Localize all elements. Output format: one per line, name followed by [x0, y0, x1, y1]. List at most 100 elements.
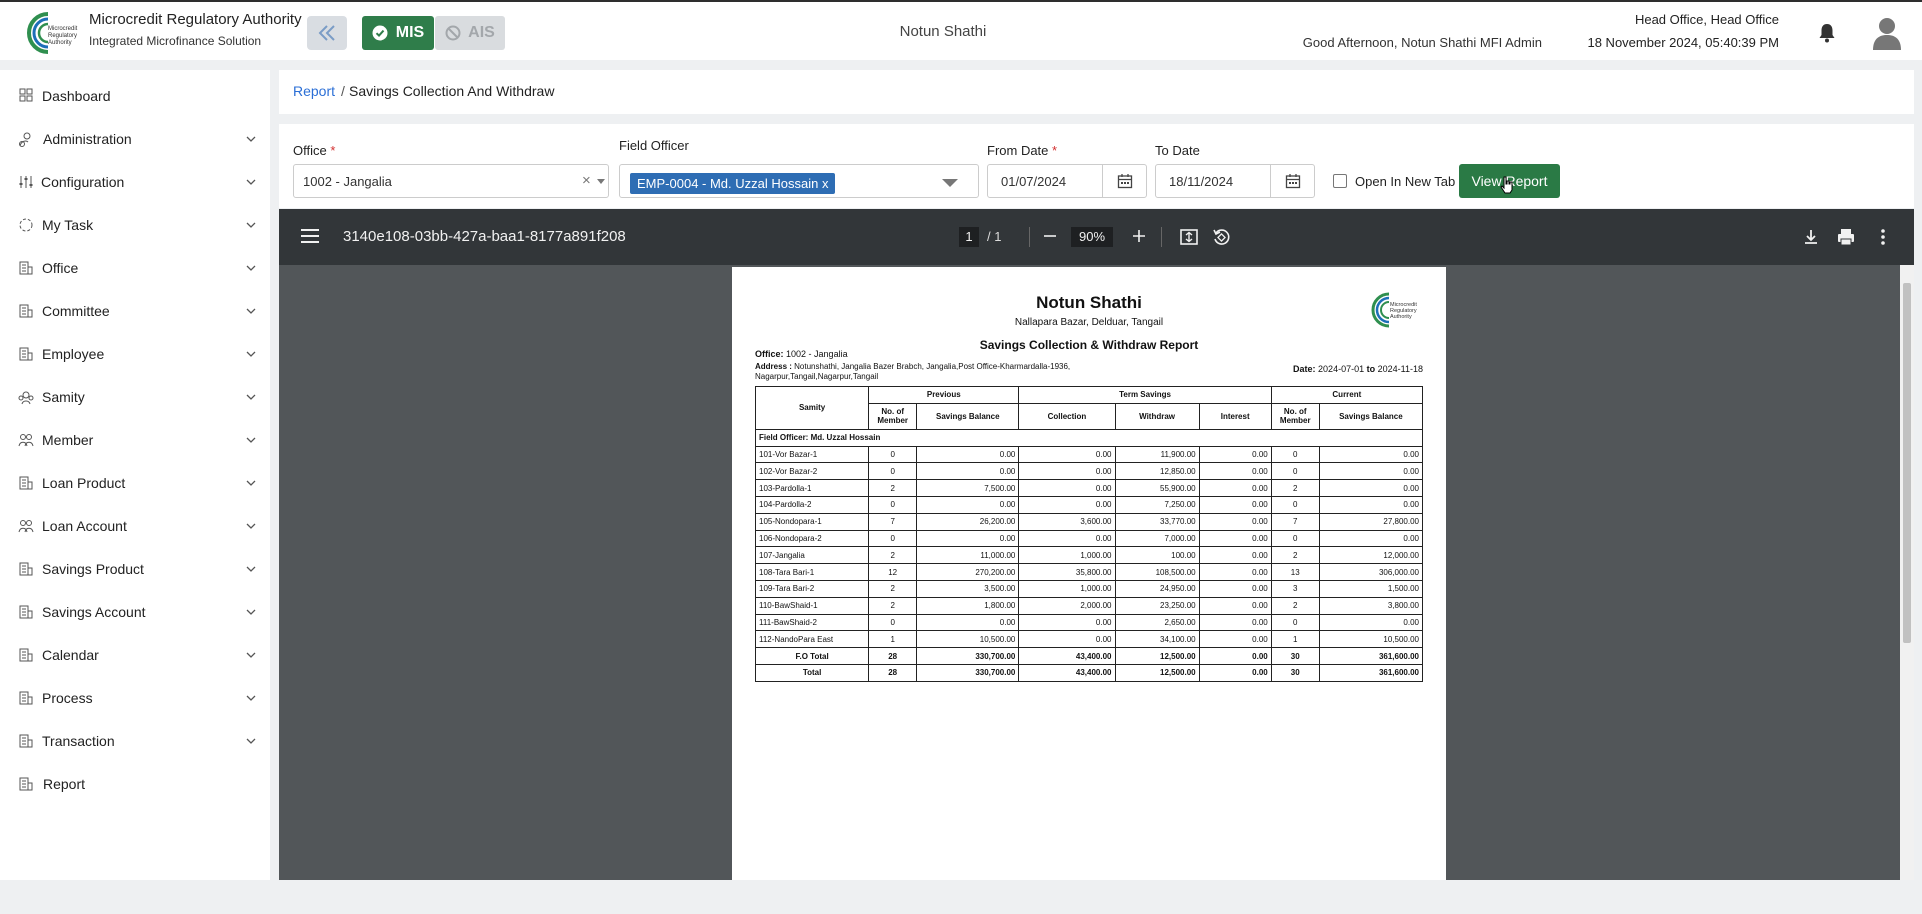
- sidebar-item-administration[interactable]: Administration: [0, 121, 270, 157]
- table-cell: 33,770.00: [1114, 512, 1200, 531]
- table-cell: 0.00: [1198, 563, 1272, 581]
- sidebar-item-label: Office: [42, 260, 79, 276]
- office-label: Office *: [293, 143, 336, 158]
- table-cell: 0.00: [1198, 630, 1272, 649]
- user-avatar[interactable]: [1871, 16, 1903, 50]
- table-cell: 0.00: [916, 462, 1020, 481]
- table-cell: 330,700.00: [916, 647, 1020, 665]
- table-row: 105-Nondopara-1 7 26,200.00 3,600.00 33,770.…: [754, 512, 1424, 531]
- sidebar-item-committee[interactable]: Committee: [0, 293, 270, 329]
- total-row: F.O Total 28 330,700.00 43,400.00 12,500.00 0…: [754, 647, 1424, 665]
- table-cell: 0.00: [1318, 462, 1424, 481]
- table-cell: 0.00: [1198, 512, 1272, 531]
- sidebar-item-label: Configuration: [41, 174, 125, 190]
- table-cell: 106-Nondopara-2: [754, 529, 870, 548]
- process-icon: [18, 690, 34, 706]
- sidebar-item-savings-account[interactable]: Savings Account: [0, 594, 270, 630]
- table-cell: 108,500.00: [1114, 563, 1200, 581]
- pdf-scrollbar-thumb[interactable]: [1903, 283, 1911, 643]
- member-icon: [18, 432, 34, 448]
- sidebar-item-savings-product[interactable]: Savings Product: [0, 551, 270, 587]
- sidebar-item-calendar[interactable]: Calendar: [0, 637, 270, 673]
- table-cell: 7,000.00: [1114, 529, 1200, 548]
- to-date-label: To Date: [1155, 143, 1200, 158]
- report-org-name: Notun Shathi: [1036, 293, 1142, 312]
- fit-page-icon[interactable]: [1179, 227, 1199, 247]
- field-officer-select[interactable]: EMP-0004 - Md. Uzzal Hossain x: [619, 164, 979, 198]
- more-options-icon[interactable]: [1873, 227, 1893, 247]
- table-row: 112-NandoPara East 1 10,500.00 0.00 34,100.0…: [754, 630, 1424, 649]
- sidebar-item-my-task[interactable]: My Task: [0, 207, 270, 243]
- page-number-input[interactable]: 1: [959, 227, 979, 247]
- sidebar-item-office[interactable]: Office: [0, 250, 270, 286]
- report-office: Office: 1002 - Jangalia: [755, 349, 848, 359]
- open-new-tab-label[interactable]: Open In New Tab: [1355, 174, 1455, 189]
- table-cell: 2: [1270, 546, 1320, 565]
- from-date-input[interactable]: 01/07/2024: [987, 164, 1147, 198]
- table-row: 102-Vor Bazar-2 0 0.00 0.00 12,850.00 0.00 0 0.…: [754, 462, 1424, 481]
- from-date-value: 01/07/2024: [1001, 173, 1067, 189]
- employee-icon: [18, 346, 34, 362]
- caret-down-icon: [942, 179, 958, 187]
- table-row: 109-Tara Bari-2 2 3,500.00 1,000.00 24,950.0…: [754, 579, 1424, 598]
- to-date-picker-button[interactable]: [1270, 165, 1314, 197]
- office-select[interactable]: 1002 - Jangalia ×: [293, 164, 609, 198]
- pdf-viewer: 3140e108-03bb-427a-baa1-8177a891f208 1 /…: [279, 209, 1914, 880]
- sidebar-item-label: Dashboard: [42, 88, 111, 104]
- zoom-in-icon[interactable]: [1132, 229, 1146, 243]
- sidebar-item-transaction[interactable]: Transaction: [0, 723, 270, 759]
- table-cell: 3,600.00: [1018, 512, 1116, 531]
- table-cell: 0: [868, 495, 918, 514]
- from-date-picker-button[interactable]: [1102, 165, 1146, 197]
- sidebar-item-process[interactable]: Process: [0, 680, 270, 716]
- clear-icon[interactable]: ×: [582, 172, 591, 189]
- zoom-out-icon[interactable]: [1043, 229, 1057, 243]
- sidebar-item-label: Member: [42, 432, 94, 448]
- notification-bell-icon[interactable]: [1818, 23, 1836, 43]
- pdf-page: Notun Shathi Nallapara Bazar, Delduar, T…: [732, 267, 1446, 880]
- table-cell: 0.00: [1198, 546, 1272, 565]
- breadcrumb-current: Savings Collection And Withdraw: [349, 83, 555, 99]
- table-cell: 3,500.00: [916, 579, 1020, 598]
- sidebar-item-label: Process: [42, 690, 93, 706]
- table-cell: 1,000.00: [1018, 546, 1116, 565]
- table-cell: 100.00: [1114, 546, 1200, 565]
- sidebar-item-label: Loan Account: [42, 518, 127, 534]
- table-cell: 110-BawShaid-1: [754, 596, 870, 615]
- table-cell: 0: [1270, 445, 1320, 464]
- sidebar-item-employee[interactable]: Employee: [0, 336, 270, 372]
- table-cell: 10,500.00: [916, 630, 1020, 649]
- chevron-down-icon: [246, 566, 256, 572]
- table-cell: 2,650.00: [1114, 613, 1200, 632]
- rotate-icon[interactable]: [1211, 227, 1231, 247]
- table-cell: F.O Total: [754, 647, 870, 665]
- from-date-label: From Date *: [987, 143, 1058, 158]
- sidebar-item-samity[interactable]: Samity: [0, 379, 270, 415]
- table-cell: 1,500.00: [1318, 579, 1424, 598]
- savings-product-icon: [18, 561, 34, 577]
- sidebar-item-member[interactable]: Member: [0, 422, 270, 458]
- print-icon[interactable]: [1836, 227, 1856, 247]
- download-icon[interactable]: [1801, 227, 1821, 247]
- sidebar-item-loan-account[interactable]: Loan Account: [0, 508, 270, 544]
- loan-product-icon: [18, 475, 34, 491]
- chip-remove-button[interactable]: x: [822, 176, 829, 191]
- sidebar-item-dashboard[interactable]: Dashboard: [0, 78, 270, 114]
- to-date-input[interactable]: 18/11/2024: [1155, 164, 1315, 198]
- table-cell: 26,200.00: [916, 512, 1020, 531]
- pdf-scrollbar[interactable]: [1900, 265, 1914, 880]
- zoom-level-input[interactable]: 90%: [1071, 227, 1113, 247]
- task-icon: [18, 217, 34, 233]
- table-cell: 0.00: [1018, 630, 1116, 649]
- menu-icon[interactable]: [301, 229, 319, 243]
- table-cell: 11,000.00: [916, 546, 1020, 565]
- table-cell: 0.00: [1018, 479, 1116, 497]
- breadcrumb-link-report[interactable]: Report: [293, 83, 335, 99]
- sidebar-item-configuration[interactable]: Configuration: [0, 164, 270, 200]
- sidebar-item-report[interactable]: Report: [0, 766, 270, 802]
- sidebar-item-loan-product[interactable]: Loan Product: [0, 465, 270, 501]
- calendar-icon: [1117, 174, 1132, 189]
- open-new-tab-checkbox[interactable]: [1333, 174, 1347, 188]
- caret-down-icon: [597, 179, 605, 184]
- samity-icon: [18, 389, 34, 405]
